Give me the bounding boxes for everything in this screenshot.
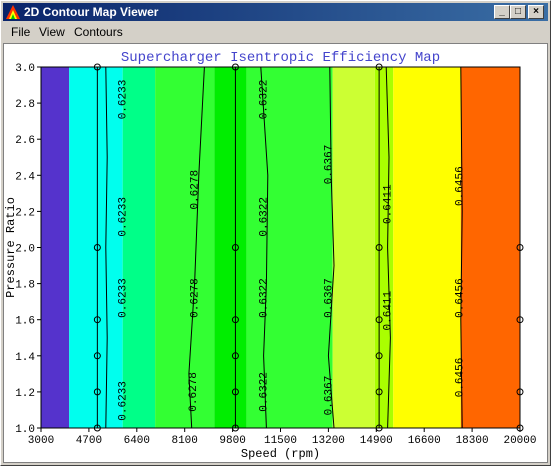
chart-title: Supercharger Isentropic Efficiency Map xyxy=(121,50,440,66)
y-tick-label: 1.0 xyxy=(15,424,35,436)
x-tick-label: 6400 xyxy=(124,435,150,447)
contour-band xyxy=(69,67,123,428)
contour-band xyxy=(393,67,461,428)
contour-label: 0.6322 xyxy=(259,278,271,318)
y-tick-label: 2.2 xyxy=(15,207,35,219)
contour-label: 0.6233 xyxy=(118,381,130,421)
x-tick-label: 8100 xyxy=(171,435,197,447)
y-tick-label: 2.4 xyxy=(15,171,35,183)
contour-label: 0.6456 xyxy=(454,278,466,318)
contour-band xyxy=(122,67,156,428)
contour-label: 0.6322 xyxy=(259,80,271,120)
close-button[interactable]: × xyxy=(528,5,544,19)
contour-band xyxy=(214,67,247,428)
contour-label: 0.6411 xyxy=(382,290,394,330)
x-tick-label: 20000 xyxy=(503,435,536,447)
x-tick-label: 11500 xyxy=(264,435,297,447)
y-tick-label: 1.4 xyxy=(15,352,35,364)
x-tick-label: 4700 xyxy=(76,435,102,447)
x-tick-label: 13200 xyxy=(312,435,345,447)
contour-label: 0.6278 xyxy=(188,372,200,412)
app-window: 2D Contour Map Viewer _ □ × File View Co… xyxy=(0,0,551,466)
window-title: 2D Contour Map Viewer xyxy=(24,5,159,19)
maximize-button[interactable]: □ xyxy=(510,5,526,19)
contour-label: 0.6233 xyxy=(118,278,130,318)
contour-label: 0.6367 xyxy=(323,145,335,185)
x-tick-label: 14900 xyxy=(360,435,393,447)
contour-band xyxy=(155,67,215,428)
menu-file[interactable]: File xyxy=(11,25,30,39)
contour-chart: 0.6233 0.6233 0.6233 0.6233 0.6278 0.6278 0.62… xyxy=(4,50,537,461)
x-tick-label: 3000 xyxy=(28,435,54,447)
contour-band xyxy=(374,67,394,428)
menu-contours[interactable]: Contours xyxy=(74,25,123,39)
plot-area: 0.6233 0.6233 0.6233 0.6233 0.6278 0.6278 0.62… xyxy=(3,43,548,463)
y-tick-label: 1.8 xyxy=(15,280,35,292)
contour-label: 0.6278 xyxy=(189,170,201,210)
y-tick-label: 2.0 xyxy=(15,244,35,256)
contour-band xyxy=(460,67,520,428)
contour-band xyxy=(332,67,375,428)
x-axis-label: Speed (rpm) xyxy=(241,447,320,461)
contour-label: 0.6322 xyxy=(259,372,271,412)
app-icon xyxy=(6,5,20,19)
y-tick-label: 1.6 xyxy=(15,316,35,328)
contour-label: 0.6411 xyxy=(382,184,394,224)
contour-label: 0.6233 xyxy=(118,80,130,120)
contour-label: 0.6233 xyxy=(118,197,130,237)
title-bar[interactable]: 2D Contour Map Viewer _ □ × xyxy=(3,3,548,21)
y-tick-label: 3.0 xyxy=(15,63,35,75)
menu-view[interactable]: View xyxy=(39,25,65,39)
contour-label: 0.6367 xyxy=(323,278,335,318)
contour-label: 0.6367 xyxy=(323,376,335,416)
menu-bar: File View Contours xyxy=(3,23,548,41)
contour-label: 0.6322 xyxy=(259,197,271,237)
contour-band xyxy=(41,67,70,428)
x-tick-label: 18300 xyxy=(456,435,489,447)
minimize-button[interactable]: _ xyxy=(494,5,510,19)
x-tick-label: 9800 xyxy=(219,435,245,447)
y-axis-label: Pressure Ratio xyxy=(4,197,18,298)
y-tick-label: 1.2 xyxy=(15,388,35,400)
contour-label: 0.6278 xyxy=(189,278,201,318)
x-tick-label: 16600 xyxy=(408,435,441,447)
y-tick-label: 2.6 xyxy=(15,135,35,147)
y-tick-label: 2.8 xyxy=(15,99,35,111)
contour-label: 0.6456 xyxy=(454,166,466,206)
contour-label: 0.6456 xyxy=(454,358,466,398)
